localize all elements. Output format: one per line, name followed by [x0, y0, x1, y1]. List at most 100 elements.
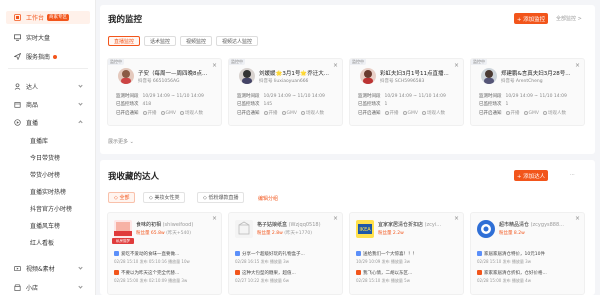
video-row[interactable]: 爱吃不爱动的食味一直要做...: [114, 251, 218, 257]
sidebar-sub-hot-rank[interactable]: 直播实时热榜: [30, 187, 66, 199]
sidebar-item-label: 工作台: [26, 15, 45, 22]
talent-name: 郑建鹏&言真夫妇3月28号...: [501, 71, 571, 77]
monitor-card[interactable]: 监控中 × 郑建鹏&言真夫妇3月28号... 抖音号 ArentCheng 监测…: [470, 58, 585, 126]
chip-all[interactable]: ◇ 全部: [108, 192, 136, 203]
video-meta: 02/28 15:00 发布 播放量 4w: [477, 278, 531, 283]
video-meta: 02/28 16:15 发布 播放量 3w: [235, 259, 289, 264]
fans-count: 粉丝量 2.8w (昨天+1770): [257, 231, 312, 236]
douyin-id: 抖音号 6651056AG: [138, 79, 180, 84]
avatar: [481, 68, 497, 84]
monitor-card[interactable]: 监控中 × 刘媛媛🌟3月1号🌟乔迁大... 抖音号 liuxiaoyuan666…: [228, 58, 343, 126]
sidebar-sub-today-rank[interactable]: 今日带货榜: [30, 153, 60, 165]
svg-text:IKEA: IKEA: [359, 227, 371, 233]
radio-icon: [421, 110, 426, 115]
sidebar-item-guide[interactable]: 服务指南: [6, 50, 90, 63]
radio-icon: [402, 110, 407, 115]
radio-icon: [160, 110, 165, 115]
show-more-link[interactable]: 展示更多 ⌄: [108, 138, 134, 145]
talent-card[interactable]: × 超市精品清仓 (zcygys888... 粉丝量 8.2w 家居家居清仓特价…: [470, 212, 585, 295]
sidebar-sub-live-library[interactable]: 直播库: [30, 136, 48, 148]
tab-video-monitor[interactable]: 视频监控: [180, 36, 213, 46]
douyin-id: 抖音号 SCH5996583: [380, 79, 425, 84]
avatar: [477, 220, 495, 238]
tab-video-talent-monitor[interactable]: 视频达人监控: [216, 36, 259, 46]
box-icon: [14, 101, 21, 108]
sidebar-sub-influencer-board[interactable]: 红人看板: [30, 238, 54, 250]
video-row[interactable]: 这种大包型的糖果，超值...: [235, 270, 339, 276]
talent-name: 刘媛媛🌟3月1号🌟乔迁大...: [259, 71, 329, 77]
avatar: [239, 68, 255, 84]
video-meta: 02/28 15:10 发布 播放量 3w: [477, 259, 531, 264]
chip-low-fan-hot-live[interactable]: ◇ 低粉爆款直播: [197, 192, 245, 203]
monitor-card[interactable]: 监控中 × 子安（每周一—周四晚8点... 抖音号 6651056AG 监测时间…: [107, 58, 222, 126]
monitor-time-row: 监测时间段 10/29 14:09 ~ 11/10 14:09: [479, 94, 567, 99]
close-icon[interactable]: ×: [212, 62, 217, 69]
radio-icon: [384, 110, 389, 115]
sidebar-sub-windmill-rank[interactable]: 直播风车榜: [30, 221, 60, 233]
monitor-notify-row: 已开启通知 开播 GMV 场观人数: [116, 110, 203, 116]
video-row[interactable]: 我飞心情，二胡以东区...: [356, 270, 460, 276]
sidebar-item-shop[interactable]: 小店: [6, 281, 90, 294]
talent-name: 超市精品清仓 (zcygys888...: [499, 222, 564, 228]
add-talent-button[interactable]: + 添加达人: [514, 170, 548, 181]
monitor-time-row: 监测时间段 10/29 14:09 ~ 11/10 14:09: [237, 94, 325, 99]
all-monitors-link[interactable]: 全部监控 >: [556, 15, 582, 22]
add-monitor-button[interactable]: + 添加监控: [514, 13, 548, 24]
monitor-count-row: 已监控场次 418: [116, 102, 152, 107]
location-pin-icon: [53, 54, 58, 59]
video-row[interactable]: 分享一个超级好玩的礼物盒子...: [235, 251, 339, 257]
video-icon: [477, 251, 482, 256]
talent-name: 宜家家居清仓折扣店 (zcyi...: [378, 222, 442, 228]
sidebar-item-goods[interactable]: 商品: [6, 98, 90, 111]
video-row[interactable]: 家居家居清仓特价，10元10件: [477, 251, 581, 257]
sidebar-item-label: 达人: [26, 84, 39, 91]
video-row[interactable]: 送给我们一个大惊喜！！！: [356, 251, 460, 257]
avatar: [114, 220, 132, 238]
monitor-count-row: 已监控场次 145: [237, 102, 273, 107]
avatar: [360, 68, 376, 84]
sidebar-item-realtime[interactable]: 实时大盘: [6, 31, 90, 44]
video-row[interactable]: 家家家居清仓折扣，仓好价格...: [477, 270, 581, 276]
monitor-card[interactable]: 监控中 × 彩虹夫妇3月1号11点直播... 抖音号 SCH5996583 监测…: [349, 58, 464, 126]
talent-name: 彩虹夫妇3月1号11点直播...: [380, 71, 449, 77]
close-icon[interactable]: ×: [454, 62, 459, 69]
sidebar-sub-official-rank[interactable]: 抖音官方小时榜: [30, 204, 72, 216]
status-badge: 监控中: [471, 59, 487, 65]
fans-count: 粉丝量 2.2w: [378, 231, 404, 236]
sidebar-item-label: 视频&素材: [26, 266, 55, 273]
merchant-badge: 商家专区: [47, 14, 70, 21]
user-icon: [14, 83, 21, 90]
sidebar-sub-hour-rank[interactable]: 带货小时榜: [30, 170, 60, 182]
video-icon: [114, 251, 119, 256]
monitor-notify-row: 已开启通知 开播 GMV 场观人数: [237, 110, 324, 116]
close-icon[interactable]: ×: [575, 62, 580, 69]
monitor-tabs: 直播监控 话术监控 视频监控 视频达人监控: [108, 36, 262, 46]
sidebar-item-label: 商品: [26, 102, 39, 109]
edit-group-link[interactable]: 编辑分组: [258, 195, 278, 202]
avatar: [235, 220, 253, 238]
talent-card[interactable]: × IKEA 宜家家居清仓折扣店 (zcyi... 粉丝量 2.2w 送给我们一…: [349, 212, 464, 295]
chip-beauty-female[interactable]: ◇ 美妆女性类: [143, 192, 186, 203]
talent-name: 格子姑娘纸盒 (Wzjqq0518): [257, 222, 321, 228]
tab-live-monitor[interactable]: 直播监控: [108, 36, 141, 46]
sidebar-item-live[interactable]: 直播: [6, 116, 90, 129]
sidebar-item-video[interactable]: 视频&素材: [6, 262, 90, 275]
sidebar-item-workbench[interactable]: 工作台 商家专区: [6, 11, 90, 24]
video-row[interactable]: 不要以为昨天这个完全代替...: [114, 270, 218, 276]
fans-count: 粉丝量 65.8w (昨天+540): [136, 231, 191, 236]
monitor-count-row: 已监控场次 1: [358, 102, 388, 107]
avatar: IKEA: [356, 220, 374, 238]
video-icon: [14, 265, 21, 272]
status-badge: 监控中: [229, 59, 245, 65]
sidebar-item-talent[interactable]: 达人: [6, 80, 90, 93]
more-icon[interactable]: ⋯: [570, 172, 575, 178]
close-icon[interactable]: ×: [333, 62, 338, 69]
sidebar-item-label: 小店: [26, 285, 39, 292]
talent-card[interactable]: × 私房猫梦 食味的初相 (shiweifood) 粉丝量 65.8w (昨天+…: [107, 212, 222, 295]
chevron-down-icon: [78, 284, 83, 289]
talent-card[interactable]: × 格子姑娘纸盒 (Wzjqq0518) 粉丝量 2.8w (昨天+1770) …: [228, 212, 343, 295]
live-icon: [14, 119, 21, 126]
tab-script-monitor[interactable]: 话术监控: [144, 36, 177, 46]
send-icon: [13, 52, 22, 61]
video-icon: [356, 270, 361, 275]
